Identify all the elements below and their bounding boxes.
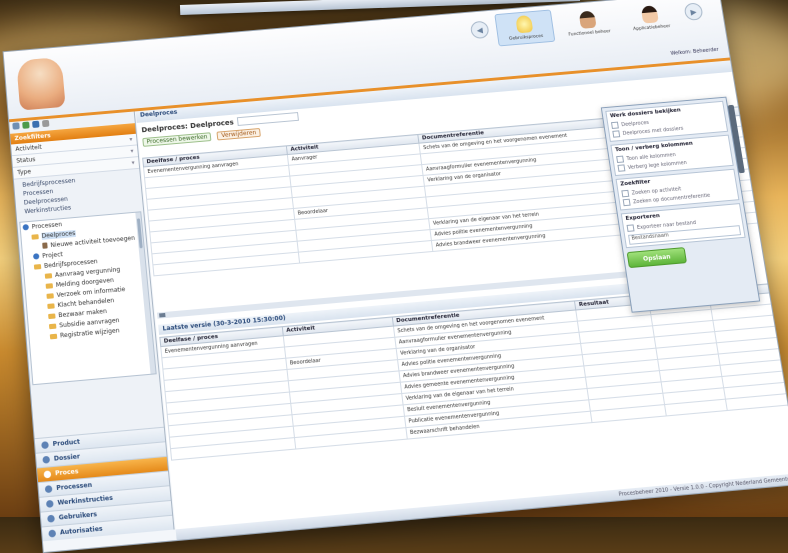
export-group: Exporteren Exporteer naar bestand Bestan… [620, 203, 746, 249]
header-nav-label: Applicatiebeheer [632, 24, 671, 33]
save-button[interactable]: Opslaan [626, 247, 688, 269]
folder-icon [48, 323, 57, 329]
checkbox[interactable] [610, 121, 619, 129]
nav-item-label: Gebruikers [58, 510, 98, 522]
save-icon[interactable] [32, 120, 40, 129]
main-area: Deelproces Deelproces: Deelproces Proces… [135, 60, 788, 530]
module-nav: Product Dossier Proces Processen Werkins… [34, 426, 174, 542]
home-icon[interactable] [12, 122, 20, 130]
header-nav-item-3[interactable]: Applicatiebeheer [621, 1, 680, 36]
chevron-down-icon: ▾ [129, 136, 133, 144]
document-icon [42, 242, 48, 249]
folder-icon [48, 312, 56, 319]
user-icon [578, 10, 597, 29]
tree-item-label: Project [41, 250, 64, 260]
folder-icon [33, 263, 42, 270]
nav-item-label: Dossier [53, 453, 81, 463]
header-nav-item-2[interactable]: Functioneel beheer [559, 6, 618, 41]
folder-icon [31, 233, 39, 240]
nav-item-label: Processen [56, 481, 93, 493]
globe-icon [22, 224, 29, 231]
checkbox[interactable] [612, 130, 621, 138]
folder-icon [49, 333, 58, 339]
folder-icon [44, 272, 53, 279]
module-icon [45, 499, 54, 508]
chevron-down-icon: ▾ [131, 159, 135, 167]
module-icon [41, 441, 49, 450]
folder-icon [45, 282, 54, 289]
checkbox[interactable] [621, 189, 630, 198]
app-window: ◀ Gebruiksproces Functioneel beheer Appl… [2, 0, 788, 553]
filter-label: Activiteit [15, 143, 43, 153]
header-nav: ◀ Gebruiksproces Functioneel beheer Appl… [469, 0, 705, 49]
nav-item-label: Product [52, 438, 81, 449]
header-nav-label: Gebruiksproces [508, 34, 544, 42]
checkbox[interactable] [622, 198, 631, 207]
users-icon [48, 529, 57, 538]
module-icon [44, 485, 53, 494]
module-icon [42, 455, 51, 464]
nav-prev-icon[interactable]: ◀ [469, 20, 490, 40]
process-tree: Processen Deelproces Nieuwe activiteit t… [19, 211, 157, 386]
checkbox[interactable] [617, 164, 626, 172]
nav-next-icon[interactable]: ▶ [683, 2, 704, 21]
module-icon [43, 470, 52, 479]
options-panel: Werk dossiers bekijken Deelproces Deelpr… [600, 96, 761, 313]
filter-label: Type [17, 168, 32, 177]
chevron-down-icon: ▾ [130, 147, 134, 155]
nav-item-label: Autorisaties [59, 525, 103, 537]
folder-icon [47, 302, 55, 309]
tree-item-label: Registratie wijzigen [59, 326, 120, 340]
lightbulb-icon [515, 14, 534, 34]
checkbox[interactable] [626, 224, 635, 232]
globe-icon [32, 253, 40, 260]
filter-label: Status [16, 156, 36, 165]
user-icon [640, 5, 659, 24]
delete-button[interactable]: Verwijderen [216, 128, 261, 141]
user-info[interactable]: Welkom: Beheerder [670, 47, 719, 57]
nav-item-label: Proces [54, 467, 79, 478]
folder-icon [46, 292, 54, 299]
module-icon [47, 514, 55, 523]
header-nav-label: Functioneel beheer [568, 29, 612, 38]
header-nav-item-1[interactable]: Gebruiksproces [494, 9, 556, 47]
refresh-icon[interactable] [22, 121, 30, 129]
logo [16, 56, 66, 111]
settings-icon[interactable] [41, 119, 50, 128]
checkbox[interactable] [616, 155, 625, 164]
